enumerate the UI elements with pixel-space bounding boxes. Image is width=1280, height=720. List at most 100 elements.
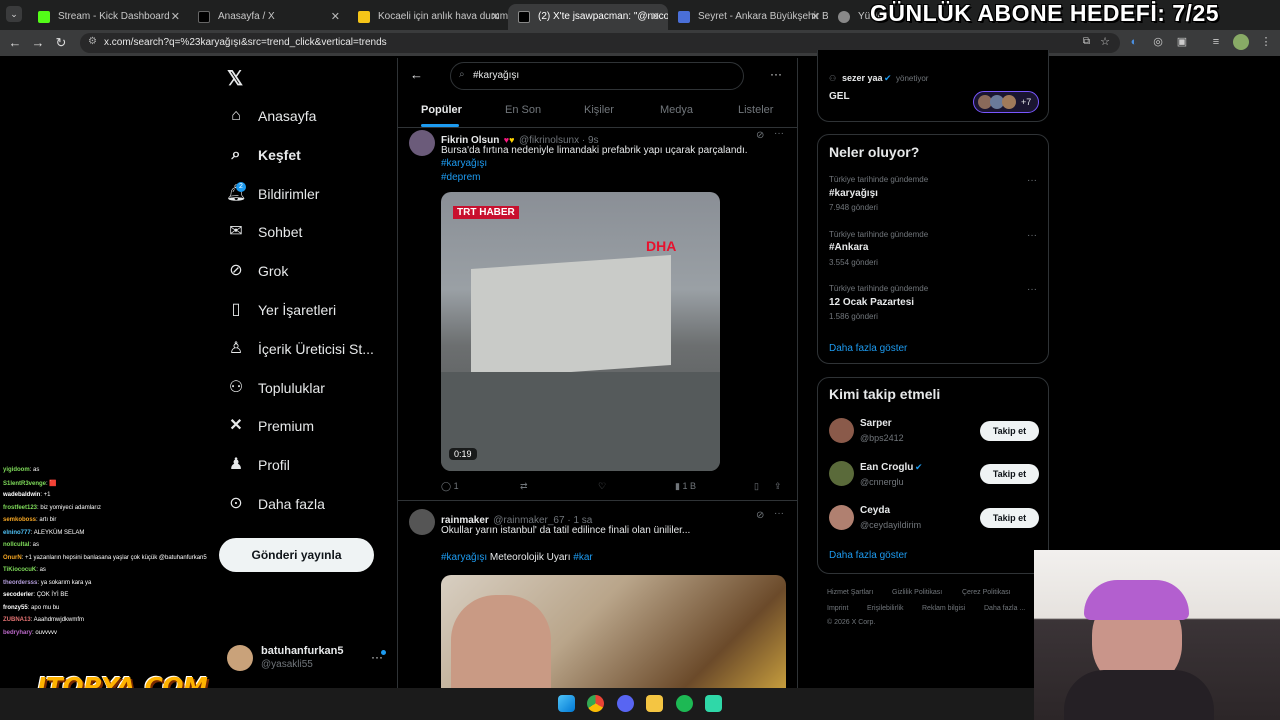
tweet-avatar[interactable]: [409, 509, 435, 535]
follow-button[interactable]: Takip et: [980, 464, 1039, 484]
sidebar-item-profile[interactable]: ♟ Profil: [226, 451, 290, 479]
sidebar-item-grok[interactable]: ⊘ Grok: [226, 257, 288, 285]
extensions-puzzle-icon[interactable]: ▣: [1174, 34, 1190, 50]
browser-tab[interactable]: Anasayfa / X ✕: [188, 4, 348, 30]
browser-tab[interactable]: Seyret - Ankara Büyükşehir Bel ✕: [668, 4, 828, 30]
search-icon: ⌕: [231, 146, 241, 163]
app-icon[interactable]: [705, 695, 722, 712]
trend-name[interactable]: #karyağışı: [829, 188, 878, 199]
follow-button[interactable]: Takip et: [980, 421, 1039, 441]
sidebar-item-chat[interactable]: ✉ Sohbet: [226, 218, 302, 246]
chat-message: elnino777: ALEYKÜM SELAM: [3, 530, 84, 536]
back-arrow-icon[interactable]: ←: [6, 34, 24, 52]
show-more-users-link[interactable]: Daha fazla göster: [829, 550, 907, 561]
hashtag-link[interactable]: #karyağışı: [441, 552, 487, 563]
bookmark-icon[interactable]: ▯: [754, 481, 759, 492]
forward-arrow-icon[interactable]: →: [29, 34, 47, 52]
account-avatar[interactable]: [227, 645, 253, 671]
tweet-video[interactable]: [441, 575, 786, 688]
tab-lists[interactable]: Listeler: [738, 104, 773, 116]
close-tab-icon[interactable]: ✕: [811, 4, 820, 30]
install-app-icon[interactable]: ⧉: [1083, 36, 1090, 47]
footer-link[interactable]: Gizlilik Politikası: [892, 589, 942, 596]
extension-icon[interactable]: ◐: [1126, 34, 1142, 50]
footer-link[interactable]: Reklam bilgisi: [922, 605, 965, 612]
sidebar-item-creator-studio[interactable]: ♙ İçerik Üreticisi St...: [226, 335, 374, 363]
hashtag-link[interactable]: #kar: [573, 552, 592, 563]
suggested-user-name[interactable]: Ceyda: [860, 505, 890, 516]
tweet-more-icon[interactable]: ···: [774, 128, 784, 139]
like-icon[interactable]: ♡: [598, 481, 606, 492]
windows-start-icon[interactable]: [558, 695, 575, 712]
close-tab-icon[interactable]: ✕: [331, 4, 340, 30]
reply-button[interactable]: ◯ 1: [441, 481, 459, 492]
footer-link[interactable]: Daha fazla ...: [984, 605, 1025, 612]
views-button[interactable]: ▮ 1 B: [675, 481, 696, 492]
suggested-user-name[interactable]: Ean Croglu: [860, 462, 913, 473]
close-tab-icon[interactable]: ✕: [651, 4, 660, 30]
suggested-user-avatar[interactable]: [829, 505, 854, 530]
x-logo-icon[interactable]: 𝕏: [227, 66, 243, 91]
close-tab-icon[interactable]: ✕: [491, 4, 500, 30]
show-more-trends-link[interactable]: Daha fazla göster: [829, 343, 907, 354]
discord-icon[interactable]: [617, 695, 634, 712]
sidebar-item-more[interactable]: ⊙ Daha fazla: [226, 490, 325, 518]
search-input[interactable]: ⌕ #karyağışı: [450, 62, 744, 90]
bookmark-star-icon[interactable]: ☆: [1100, 35, 1110, 48]
browser-menu-icon[interactable]: ⋮: [1258, 34, 1274, 50]
trend-more-icon[interactable]: ···: [1027, 230, 1037, 241]
footer-link[interactable]: Çerez Politikası: [962, 589, 1011, 596]
suggested-user-name[interactable]: Sarper: [860, 418, 892, 429]
community-members[interactable]: +7: [973, 91, 1039, 113]
media-control-icon[interactable]: ≡: [1208, 34, 1224, 50]
follow-button[interactable]: Takip et: [980, 508, 1039, 528]
sidebar-item-bookmarks[interactable]: ▯ Yer İşaretleri: [226, 296, 336, 324]
browser-tab[interactable]: Kocaeli için anlık hava durumu ✕: [348, 4, 508, 30]
close-tab-icon[interactable]: ✕: [171, 4, 180, 30]
trend-more-icon[interactable]: ···: [1027, 175, 1037, 186]
sidebar-item-home[interactable]: ⌂ Anasayfa: [226, 102, 316, 130]
trend-more-icon[interactable]: ···: [1027, 284, 1037, 295]
spotify-icon[interactable]: [676, 695, 693, 712]
footer-link[interactable]: Erişilebilirlik: [867, 605, 904, 612]
extension-icon[interactable]: ◎: [1150, 34, 1166, 50]
browser-tab[interactable]: Stream - Kick Dashboard ✕: [28, 4, 188, 30]
browser-tab-active[interactable]: (2) X'te jsawpacman: "@nocont ✕: [508, 4, 668, 30]
tab-latest[interactable]: En Son: [505, 104, 541, 116]
tab-search-button[interactable]: ⌄: [6, 6, 22, 22]
back-arrow-icon[interactable]: ←: [410, 67, 423, 82]
site-info-icon[interactable]: ⚙: [88, 36, 97, 47]
suggested-user-avatar[interactable]: [829, 418, 854, 443]
more-options-icon[interactable]: ···: [770, 67, 782, 81]
trend-name[interactable]: #Ankara: [829, 242, 868, 253]
share-icon[interactable]: ⇪: [774, 481, 782, 492]
trend-name[interactable]: 12 Ocak Pazartesi: [829, 297, 914, 308]
tweet-avatar[interactable]: [409, 130, 435, 156]
community-user[interactable]: sezer yaa: [842, 73, 883, 83]
suggested-user-avatar[interactable]: [829, 461, 854, 486]
grok-icon[interactable]: ⊘: [756, 510, 764, 521]
sidebar-item-communities[interactable]: ⚇ Topluluklar: [226, 374, 325, 402]
tab-media[interactable]: Medya: [660, 104, 693, 116]
search-icon: ⌕: [459, 69, 465, 80]
post-button[interactable]: Gönderi yayınla: [219, 538, 374, 572]
community-name[interactable]: GEL: [829, 91, 850, 102]
footer-link[interactable]: Hizmet Şartları: [827, 589, 873, 596]
retweet-icon[interactable]: ⇄: [520, 481, 528, 492]
hashtag-link[interactable]: #karyağışı: [441, 158, 487, 169]
footer-link[interactable]: Imprint: [827, 605, 848, 612]
sidebar-item-explore[interactable]: ⌕ Keşfet: [226, 141, 301, 169]
grok-icon[interactable]: ⊘: [756, 130, 764, 141]
chrome-icon[interactable]: [587, 695, 604, 712]
tweet-more-icon[interactable]: ···: [774, 508, 784, 519]
profile-avatar-icon[interactable]: [1233, 34, 1249, 50]
sidebar-item-premium[interactable]: ✕ Premium: [226, 412, 314, 440]
tab-people[interactable]: Kişiler: [584, 104, 614, 116]
hashtag-link[interactable]: #deprem: [441, 172, 480, 183]
file-explorer-icon[interactable]: [646, 695, 663, 712]
trend-meta: Türkiye tarihinde gündemde: [829, 284, 929, 293]
tweet-video[interactable]: TRT HABER DHA 0:19: [441, 192, 720, 471]
reload-icon[interactable]: ↻: [52, 34, 70, 52]
chat-user: wadebaldwin: [3, 492, 41, 498]
tab-popular[interactable]: Popüler: [421, 104, 462, 116]
